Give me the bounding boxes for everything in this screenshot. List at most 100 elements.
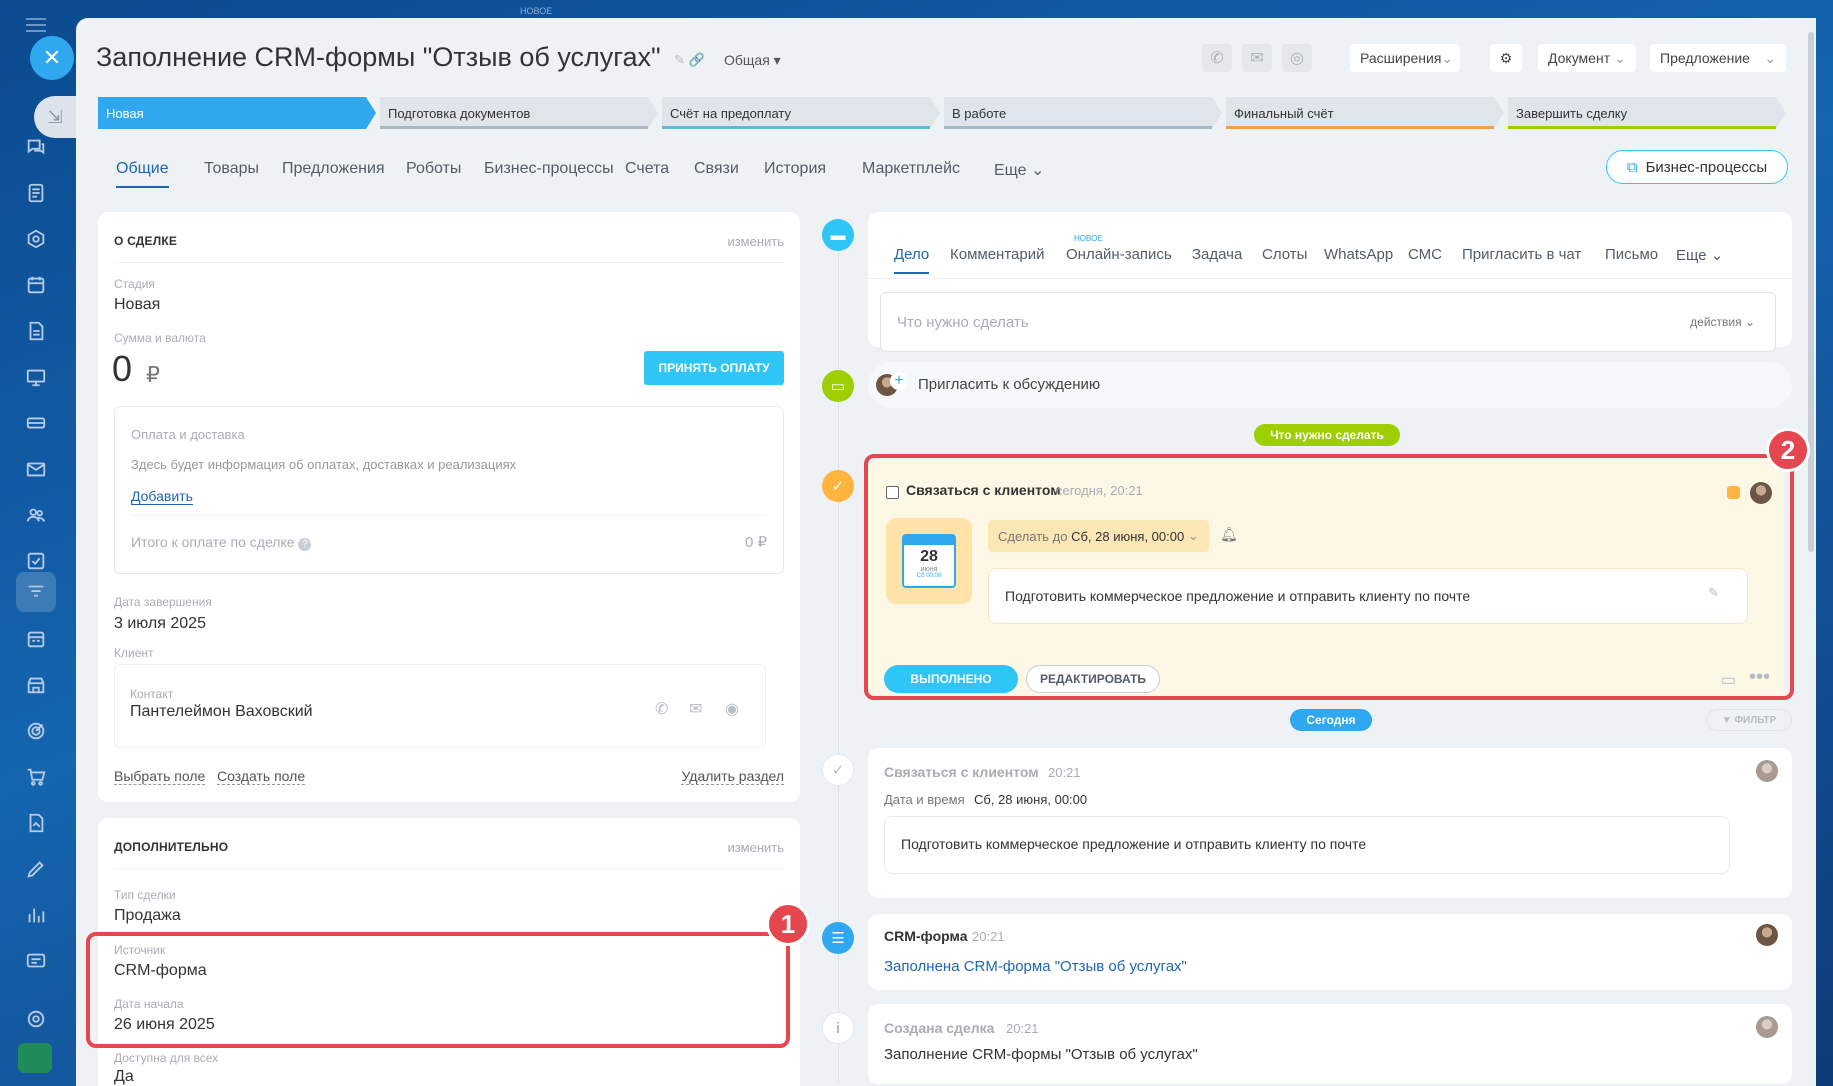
sign-icon[interactable]	[21, 854, 51, 884]
stage-finish[interactable]: Завершить сделку	[1508, 97, 1786, 129]
amount-value: 0	[112, 348, 133, 389]
tab-robots[interactable]: Роботы	[406, 160, 461, 178]
title-edit-icons[interactable]: ✎ 🔗	[674, 52, 705, 68]
tab-invoices[interactable]: Счета	[625, 160, 669, 178]
analytics-icon[interactable]	[21, 900, 51, 930]
tab-products[interactable]: Товары	[204, 160, 259, 178]
chat-bubble-icon[interactable]: ◎	[1282, 44, 1312, 72]
booking-icon[interactable]	[21, 624, 51, 654]
deal-type-label: Тип сделки	[114, 888, 176, 902]
settings-icon[interactable]	[21, 1004, 51, 1034]
activity-dot-icon: ▬	[822, 219, 854, 251]
activity-tab-comment[interactable]: Комментарий	[950, 246, 1044, 263]
close-icon: ✕	[42, 45, 62, 70]
feed-icon[interactable]	[21, 178, 51, 208]
close-date-value: 3 июля 2025	[114, 615, 206, 632]
drive-icon[interactable]	[21, 408, 51, 438]
client-label: Клиент	[114, 646, 154, 660]
select-field-link[interactable]: Выбрать поле	[114, 768, 206, 785]
crm-form-link[interactable]: Заполнена CRM-форма "Отзыв об услугах"	[884, 958, 1187, 975]
contact-card[interactable]: Контакт Пантелеймон Ваховский ✆ ✉ ◉	[114, 664, 766, 748]
boards-icon[interactable]	[21, 362, 51, 392]
activity-tab-more[interactable]: Еще ⌄	[1676, 246, 1723, 264]
close-slider-button[interactable]: ✕	[30, 36, 74, 80]
done-dot-icon: ✓	[822, 754, 854, 786]
chat-bubble-icon[interactable]: ◉	[725, 699, 739, 719]
stage-docs[interactable]: Подготовка документов	[380, 97, 658, 129]
automation-icon[interactable]	[21, 946, 51, 976]
history-title[interactable]: Связаться с клиентом	[884, 764, 1039, 780]
crm-icon[interactable]	[16, 572, 56, 612]
activity-tab-sms[interactable]: СМС	[1408, 246, 1442, 263]
stage-final-invoice[interactable]: Финальный счёт	[1226, 97, 1504, 129]
documents-icon[interactable]	[21, 316, 51, 346]
shop-cart-icon[interactable]	[21, 762, 51, 792]
tab-general[interactable]: Общие	[116, 160, 169, 188]
amount-label: Сумма и валюта	[114, 331, 206, 345]
chevron-down-icon: ⌄	[1031, 162, 1045, 179]
marketing-icon[interactable]	[21, 716, 51, 746]
avatar	[1756, 924, 1778, 946]
plus-icon[interactable]: +	[890, 372, 908, 390]
activity-tab-deal[interactable]: Дело	[894, 246, 930, 274]
filter-label: ФИЛЬТР	[1734, 714, 1777, 726]
stage-new[interactable]: Новая	[98, 97, 376, 129]
edit-link[interactable]: изменить	[727, 840, 784, 855]
menu-icon[interactable]	[26, 18, 46, 32]
delete-section-link[interactable]: Удалить раздел	[681, 768, 784, 785]
activity-tab-whatsapp[interactable]: WhatsApp	[1324, 246, 1393, 263]
tab-offers[interactable]: Предложения	[282, 160, 385, 178]
chat-icon[interactable]	[21, 132, 51, 162]
activity-tab-invite-chat[interactable]: Пригласить в чат	[1462, 246, 1581, 263]
deal-type-value: Продажа	[114, 907, 181, 924]
actions-menu[interactable]: действия ⌄	[1690, 315, 1755, 329]
extensions-button[interactable]: Расширения ⌄	[1350, 44, 1460, 72]
tab-marketplace[interactable]: Маркетплейс	[862, 160, 960, 178]
mail-icon[interactable]	[21, 454, 51, 484]
activity-tab-booking[interactable]: Онлайн-запись	[1066, 246, 1172, 263]
stage-label: Стадия	[114, 277, 155, 291]
divider	[114, 868, 784, 869]
stage-in-work[interactable]: В работе	[944, 97, 1222, 129]
actions-label: действия	[1690, 315, 1742, 329]
edit-link[interactable]: изменить	[727, 234, 784, 249]
offer-button[interactable]: Предложение ⌄	[1650, 44, 1786, 72]
activity-tab-email[interactable]: Письмо	[1605, 246, 1658, 263]
history-title: CRM-форма	[884, 928, 968, 944]
stage-label: Счёт на предоплату	[670, 105, 792, 121]
stage-label: В работе	[952, 105, 1007, 121]
stage-prepay[interactable]: Счёт на предоплату	[662, 97, 940, 129]
gear-icon: ⚙	[1499, 49, 1513, 66]
tab-bizproc[interactable]: Бизнес-процессы	[484, 160, 614, 178]
category-selector[interactable]: Общая ▾	[724, 52, 781, 69]
accept-payment-button[interactable]: ПРИНЯТЬ ОПЛАТУ	[644, 351, 784, 385]
activity-tab-task[interactable]: Задача	[1192, 246, 1242, 263]
document-button[interactable]: Документ ⌄	[1538, 44, 1636, 72]
total-label-text: Итого к оплате по сделке	[131, 534, 295, 550]
envelope-icon[interactable]: ✉	[689, 699, 702, 719]
help-icon[interactable]: ?	[298, 538, 312, 551]
contacts-icon[interactable]	[21, 500, 51, 530]
activity-tab-slots[interactable]: Слоты	[1262, 246, 1307, 263]
gear-button[interactable]: ⚙	[1490, 44, 1522, 72]
app-logo-icon[interactable]	[18, 1043, 52, 1073]
tab-history[interactable]: История	[764, 160, 826, 178]
add-payment-link[interactable]: Добавить	[131, 488, 193, 505]
tab-more[interactable]: Еще ⌄	[994, 160, 1044, 180]
phone-icon[interactable]: ✆	[1202, 44, 1232, 72]
tab-links[interactable]: Связи	[694, 160, 739, 178]
calendar-icon[interactable]	[21, 270, 51, 300]
contact-name[interactable]: Пантелеймон Ваховский	[130, 703, 313, 721]
filter-button[interactable]: ▼ ФИЛЬТР	[1706, 709, 1792, 731]
invite-bar[interactable]: + Пригласить к обсуждению	[868, 362, 1792, 408]
scrollbar[interactable]	[1808, 32, 1814, 552]
collab-icon[interactable]	[21, 224, 51, 254]
store-icon[interactable]	[21, 670, 51, 700]
phone-icon[interactable]: ✆	[655, 699, 668, 719]
envelope-icon[interactable]: ✉	[1242, 44, 1272, 72]
bizproc-button[interactable]: ⧉ Бизнес-процессы	[1606, 150, 1788, 184]
todo-input[interactable]: Что нужно сделать действия ⌄	[880, 292, 1776, 352]
public-value: Да	[114, 1068, 134, 1085]
create-field-link[interactable]: Создать поле	[217, 768, 306, 785]
sign-doc-icon[interactable]	[21, 808, 51, 838]
